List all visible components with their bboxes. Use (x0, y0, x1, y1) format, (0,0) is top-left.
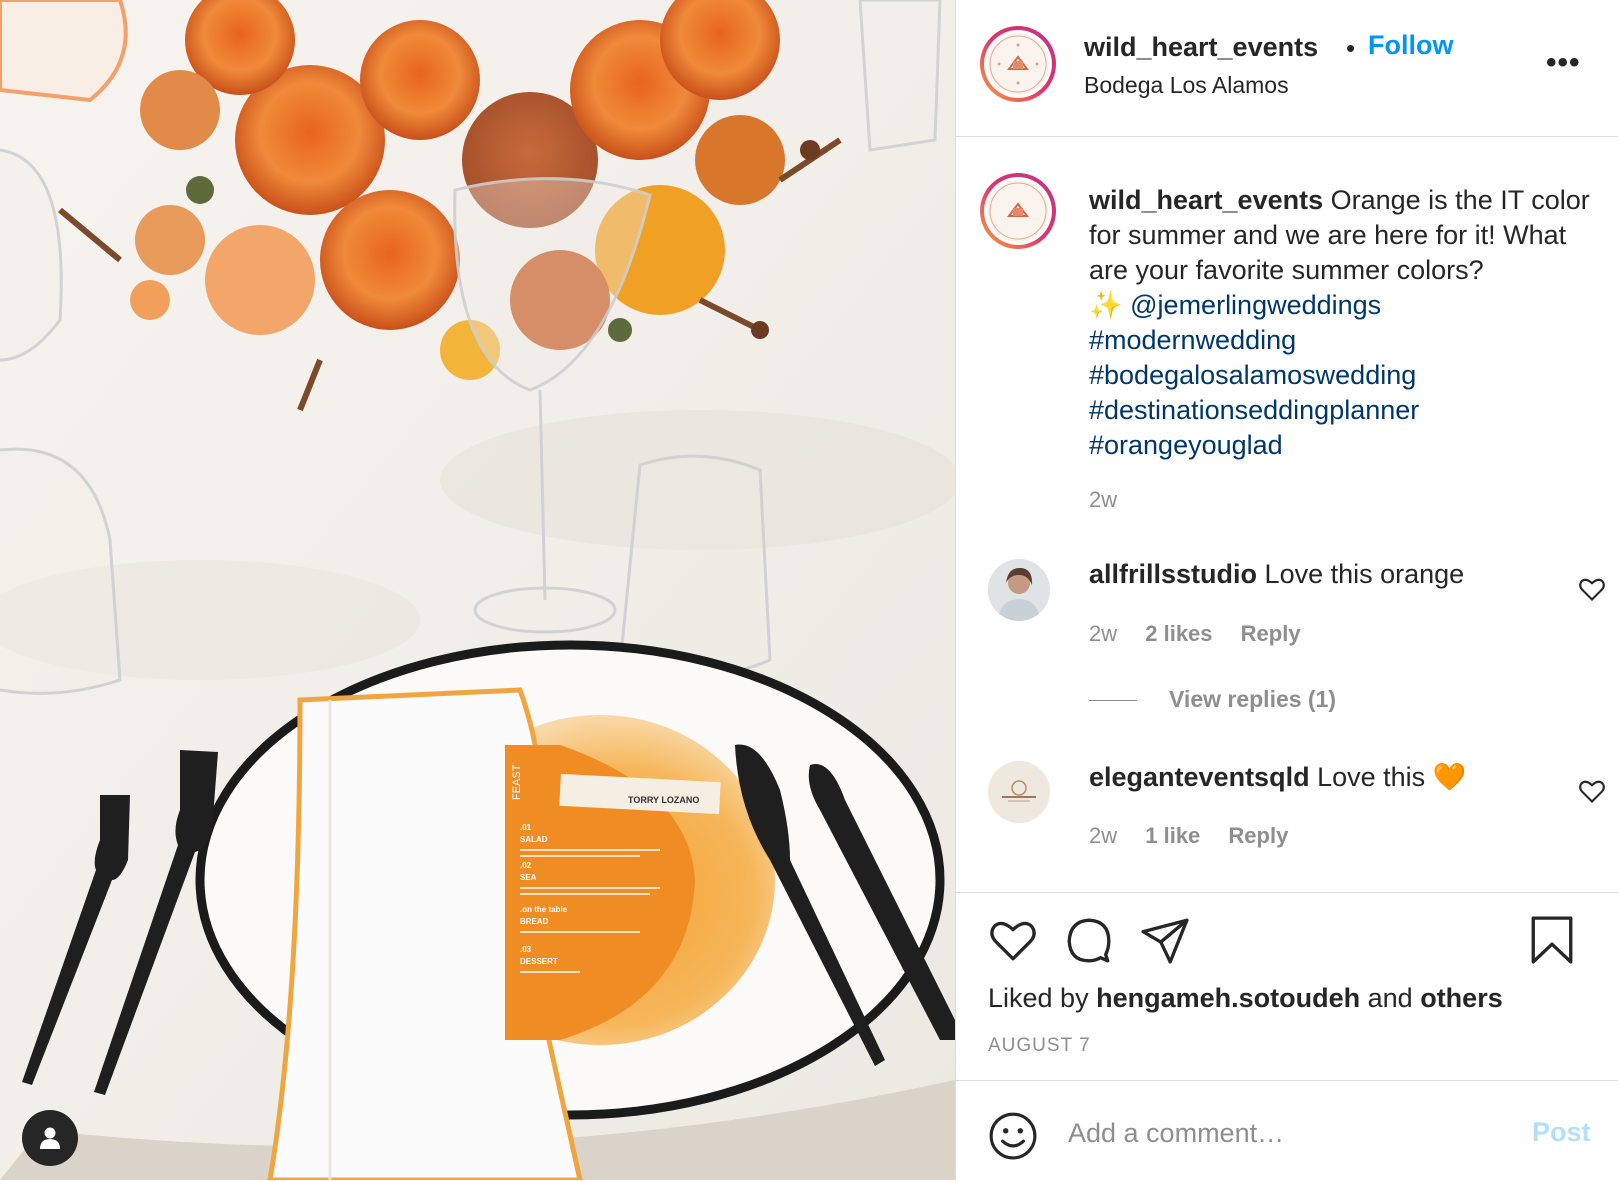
post-header: wild_heart_events • Follow Bodega Los Al… (956, 0, 1618, 137)
bookmark-icon[interactable] (1527, 915, 1577, 965)
table-setting-image: FEAST TORRY LOZANO .01 SALAD .02 SEA .on… (0, 0, 955, 1180)
comment-likes[interactable]: 1 like (1145, 823, 1200, 848)
emoji-icon[interactable] (988, 1111, 1038, 1161)
menu-line: SEA (520, 873, 537, 882)
commenter-photo (988, 559, 1050, 621)
menu-line: DESSERT (520, 957, 558, 966)
replies-divider (1089, 700, 1137, 702)
caption-hashtag[interactable]: #modernwedding (1089, 325, 1296, 355)
wild-heart-logo-icon (989, 35, 1047, 93)
comment-body: Love this orange (1264, 559, 1465, 589)
place-card-name: TORRY LOZANO (628, 795, 699, 805)
author-username[interactable]: wild_heart_events (1084, 32, 1318, 63)
elegant-events-logo-icon (988, 761, 1050, 823)
comment-text: eleganteventsqld Love this 🧡 (1089, 761, 1466, 793)
menu-line: SALAD (520, 835, 548, 844)
liked-by: Liked by hengameh.sotoudeh and others (988, 983, 1503, 1014)
reply-button[interactable]: Reply (1241, 621, 1301, 646)
post-photo[interactable]: FEAST TORRY LOZANO .01 SALAD .02 SEA .on… (0, 0, 955, 1180)
menu-line: BREAD (520, 917, 549, 926)
liked-by-user[interactable]: hengameh.sotoudeh (1096, 983, 1360, 1013)
caption-hashtag[interactable]: #destinationseddingplanner (1089, 395, 1419, 425)
menu-line: .01 (520, 823, 532, 832)
caption-avatar[interactable] (980, 173, 1056, 249)
post-actions: Liked by hengameh.sotoudeh and others AU… (956, 892, 1618, 1081)
view-replies-button[interactable]: View replies (1) (1089, 686, 1336, 713)
follow-button[interactable]: Follow (1368, 30, 1453, 61)
post-comment-button[interactable]: Post (1532, 1117, 1591, 1148)
caption-hashtag[interactable]: #orangeyouglad (1089, 430, 1283, 460)
comment-text: allfrillsstudio Love this orange (1089, 559, 1464, 590)
menu-line: .on the table (520, 905, 568, 914)
caption-username[interactable]: wild_heart_events (1089, 185, 1323, 215)
comment-timestamp: 2w (1089, 823, 1118, 848)
comment-icon[interactable] (1064, 915, 1114, 965)
comment-input[interactable] (1066, 1107, 1500, 1159)
add-comment-bar: Post (956, 1080, 1618, 1181)
comment-meta: 2w 2 likes Reply (1089, 621, 1323, 647)
comments-section[interactable]: wild_heart_events Orange is the IT color… (956, 137, 1618, 892)
caption-mention[interactable]: @jemerlingweddings (1130, 290, 1381, 320)
sparkle-emoji: ✨ (1089, 290, 1123, 320)
comment-meta: 2w 1 like Reply (1089, 823, 1310, 849)
share-icon[interactable] (1140, 915, 1190, 965)
comment-body: Love this (1317, 762, 1426, 792)
more-options-icon[interactable]: ••• (1546, 46, 1581, 80)
view-replies-label: View replies (1) (1169, 686, 1337, 712)
comment-like-heart-icon[interactable] (1578, 575, 1606, 603)
liked-by-and: and (1367, 983, 1413, 1013)
separator-dot: • (1346, 33, 1356, 63)
comment-username[interactable]: allfrillsstudio (1089, 559, 1257, 589)
comment-like-heart-icon[interactable] (1578, 777, 1606, 805)
comment-timestamp: 2w (1089, 621, 1118, 646)
caption-timestamp: 2w (1089, 487, 1118, 512)
liked-by-others[interactable]: others (1420, 983, 1503, 1013)
author-avatar[interactable] (980, 26, 1056, 102)
post-date: AUGUST 7 (988, 1035, 1091, 1056)
reply-button[interactable]: Reply (1228, 823, 1288, 848)
post-location[interactable]: Bodega Los Alamos (1084, 72, 1289, 99)
commenter-avatar[interactable] (988, 559, 1050, 621)
liked-by-prefix: Liked by (988, 983, 1089, 1013)
post-caption: wild_heart_events Orange is the IT color… (1089, 183, 1599, 463)
comment-likes[interactable]: 2 likes (1145, 621, 1212, 646)
user-tags-button[interactable] (22, 1110, 78, 1166)
menu-line: .03 (520, 945, 532, 954)
commenter-avatar[interactable] (988, 761, 1050, 823)
wild-heart-logo-icon (989, 182, 1047, 240)
heart-icon[interactable] (988, 915, 1038, 965)
orange-heart-emoji: 🧡 (1432, 762, 1467, 792)
menu-line: .02 (520, 861, 532, 870)
post-details-panel: wild_heart_events • Follow Bodega Los Al… (955, 0, 1618, 1180)
person-icon (40, 1127, 60, 1149)
comment-username[interactable]: eleganteventsqld (1089, 762, 1310, 792)
caption-hashtag[interactable]: #bodegalosalamoswedding (1089, 360, 1416, 390)
menu-title: FEAST (511, 764, 523, 800)
